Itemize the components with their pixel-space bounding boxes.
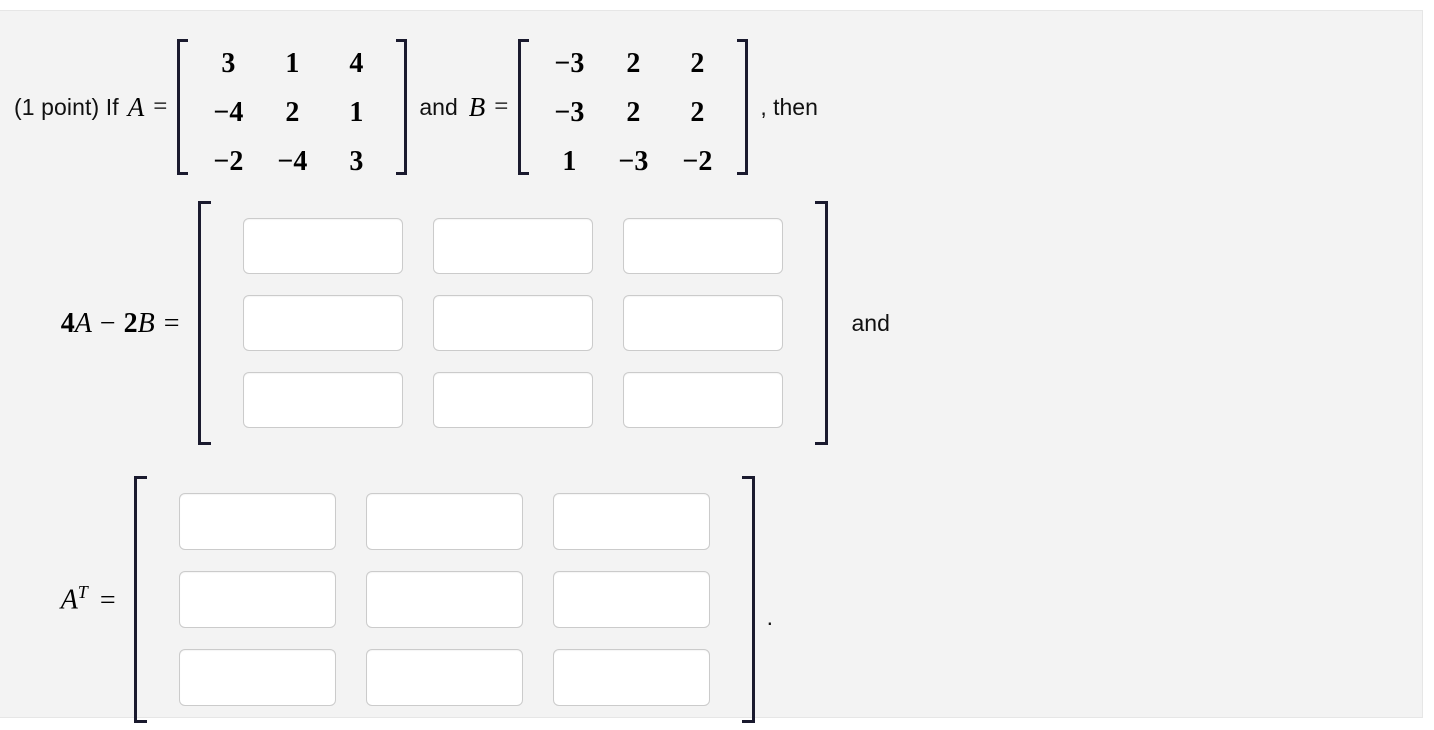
connector-and: and — [419, 93, 458, 120]
matrix-a-label: A — [127, 91, 145, 122]
answer-1-input-0-1[interactable] — [432, 218, 593, 274]
answer-block-4a-2b: 4A −2B = and — [14, 201, 890, 445]
answer-2-right-bracket-foot — [741, 720, 755, 723]
answer-1-input-grid — [212, 201, 814, 445]
matrix-b-left-bracket — [518, 39, 531, 175]
answer-2-input-0-0[interactable] — [178, 493, 336, 550]
matrix-b-label: B — [468, 91, 486, 122]
matrix-b-cell-1-0: −3 — [554, 97, 585, 128]
var-b-1: B — [137, 307, 155, 339]
matrix-b-cell-0-2: 2 — [690, 48, 705, 79]
matrix-a-cell-0-0: 3 — [221, 48, 236, 79]
var-a-2: A — [60, 584, 78, 616]
answer-1-input-1-2[interactable] — [622, 295, 783, 351]
equals-sign-answer-2: = — [99, 584, 116, 616]
connector-then: , then — [760, 93, 818, 120]
equals-sign-answer-1: = — [163, 307, 180, 339]
matrix-b-cell-0-0: −3 — [554, 48, 585, 79]
matrix-b-grid: −3 2 2 −3 2 2 1 −3 −2 — [531, 39, 735, 177]
answer-matrix-4a-2b — [197, 201, 828, 445]
matrix-b-cell-0-1: 2 — [626, 48, 641, 79]
answer-2-left-bracket — [133, 476, 148, 723]
answer-2-trailing-period: . — [766, 604, 773, 630]
answer-1-input-1-1[interactable] — [432, 295, 593, 351]
problem-panel: (1 point) If A = 3 1 4 −4 2 1 −2 −4 3 an… — [0, 10, 1423, 723]
matrix-b-cell-2-1: −3 — [618, 146, 649, 177]
answer-1-input-1-0[interactable] — [242, 295, 403, 351]
answer-2-left-bracket-foot — [133, 720, 147, 723]
matrix-a-cell-2-0: −2 — [213, 146, 244, 177]
minus-sign: − — [99, 307, 116, 339]
matrix-b-cell-1-1: 2 — [626, 97, 641, 128]
answer-2-input-1-2[interactable] — [552, 571, 710, 628]
answer-2-input-2-0[interactable] — [178, 649, 336, 706]
answer-2-input-2-2[interactable] — [552, 649, 710, 706]
matrix-b: −3 2 2 −3 2 2 1 −3 −2 — [518, 39, 749, 177]
matrix-a-cell-2-1: −4 — [277, 146, 308, 177]
answer-1-input-0-0[interactable] — [242, 218, 403, 274]
answer-1-right-bracket-foot — [814, 442, 828, 445]
equals-sign-a: = — [153, 93, 168, 120]
matrix-b-cell-2-2: −2 — [682, 146, 713, 177]
answer-1-input-2-2[interactable] — [622, 372, 783, 428]
matrix-a-cell-0-2: 4 — [349, 48, 364, 79]
matrix-a-cell-0-1: 1 — [285, 48, 300, 79]
matrix-a-cell-1-2: 1 — [349, 97, 364, 128]
matrix-b-cell-1-2: 2 — [690, 97, 705, 128]
answer-label-4a-2b: 4A −2B = — [14, 275, 180, 372]
matrix-a-cell-1-0: −4 — [213, 97, 244, 128]
answer-matrix-a-transpose — [133, 476, 755, 723]
problem-statement: (1 point) If A = 3 1 4 −4 2 1 −2 −4 3 an… — [14, 37, 820, 177]
matrix-a-cell-1-1: 2 — [285, 97, 300, 128]
matrix-a: 3 1 4 −4 2 1 −2 −4 3 — [177, 39, 408, 177]
matrix-a-left-bracket — [177, 39, 190, 175]
var-a-1: A — [74, 307, 92, 339]
answer-2-right-bracket — [741, 476, 755, 723]
problem-intro-text: (1 point) If — [14, 93, 119, 120]
answer-1-right-bracket — [814, 201, 828, 445]
answer-label-a-transpose: AT = — [14, 550, 116, 648]
matrix-b-right-bracket — [735, 39, 749, 175]
answer-block-a-transpose: AT = . — [14, 476, 773, 723]
answer-1-left-bracket — [197, 201, 212, 445]
superscript-transpose: T — [77, 582, 88, 603]
matrix-b-cell-2-0: 1 — [562, 146, 577, 177]
answer-1-input-0-2[interactable] — [622, 218, 783, 274]
answer-2-input-1-1[interactable] — [365, 571, 523, 628]
answer-1-input-2-1[interactable] — [432, 372, 593, 428]
equals-sign-b: = — [494, 93, 509, 120]
answer-2-input-0-1[interactable] — [365, 493, 523, 550]
matrix-a-cell-2-2: 3 — [349, 146, 364, 177]
answer-2-input-1-0[interactable] — [178, 571, 336, 628]
answer-1-input-2-0[interactable] — [242, 372, 403, 428]
answer-2-input-grid — [148, 476, 741, 723]
coef-2: 2 — [123, 307, 138, 339]
coef-4: 4 — [60, 307, 75, 339]
answer-1-trailing-and: and — [851, 309, 890, 336]
answer-2-input-2-1[interactable] — [365, 649, 523, 706]
answer-1-left-bracket-foot — [197, 442, 211, 445]
matrix-a-grid: 3 1 4 −4 2 1 −2 −4 3 — [190, 39, 394, 177]
matrix-a-right-bracket — [394, 39, 408, 175]
answer-2-input-0-2[interactable] — [552, 493, 710, 550]
